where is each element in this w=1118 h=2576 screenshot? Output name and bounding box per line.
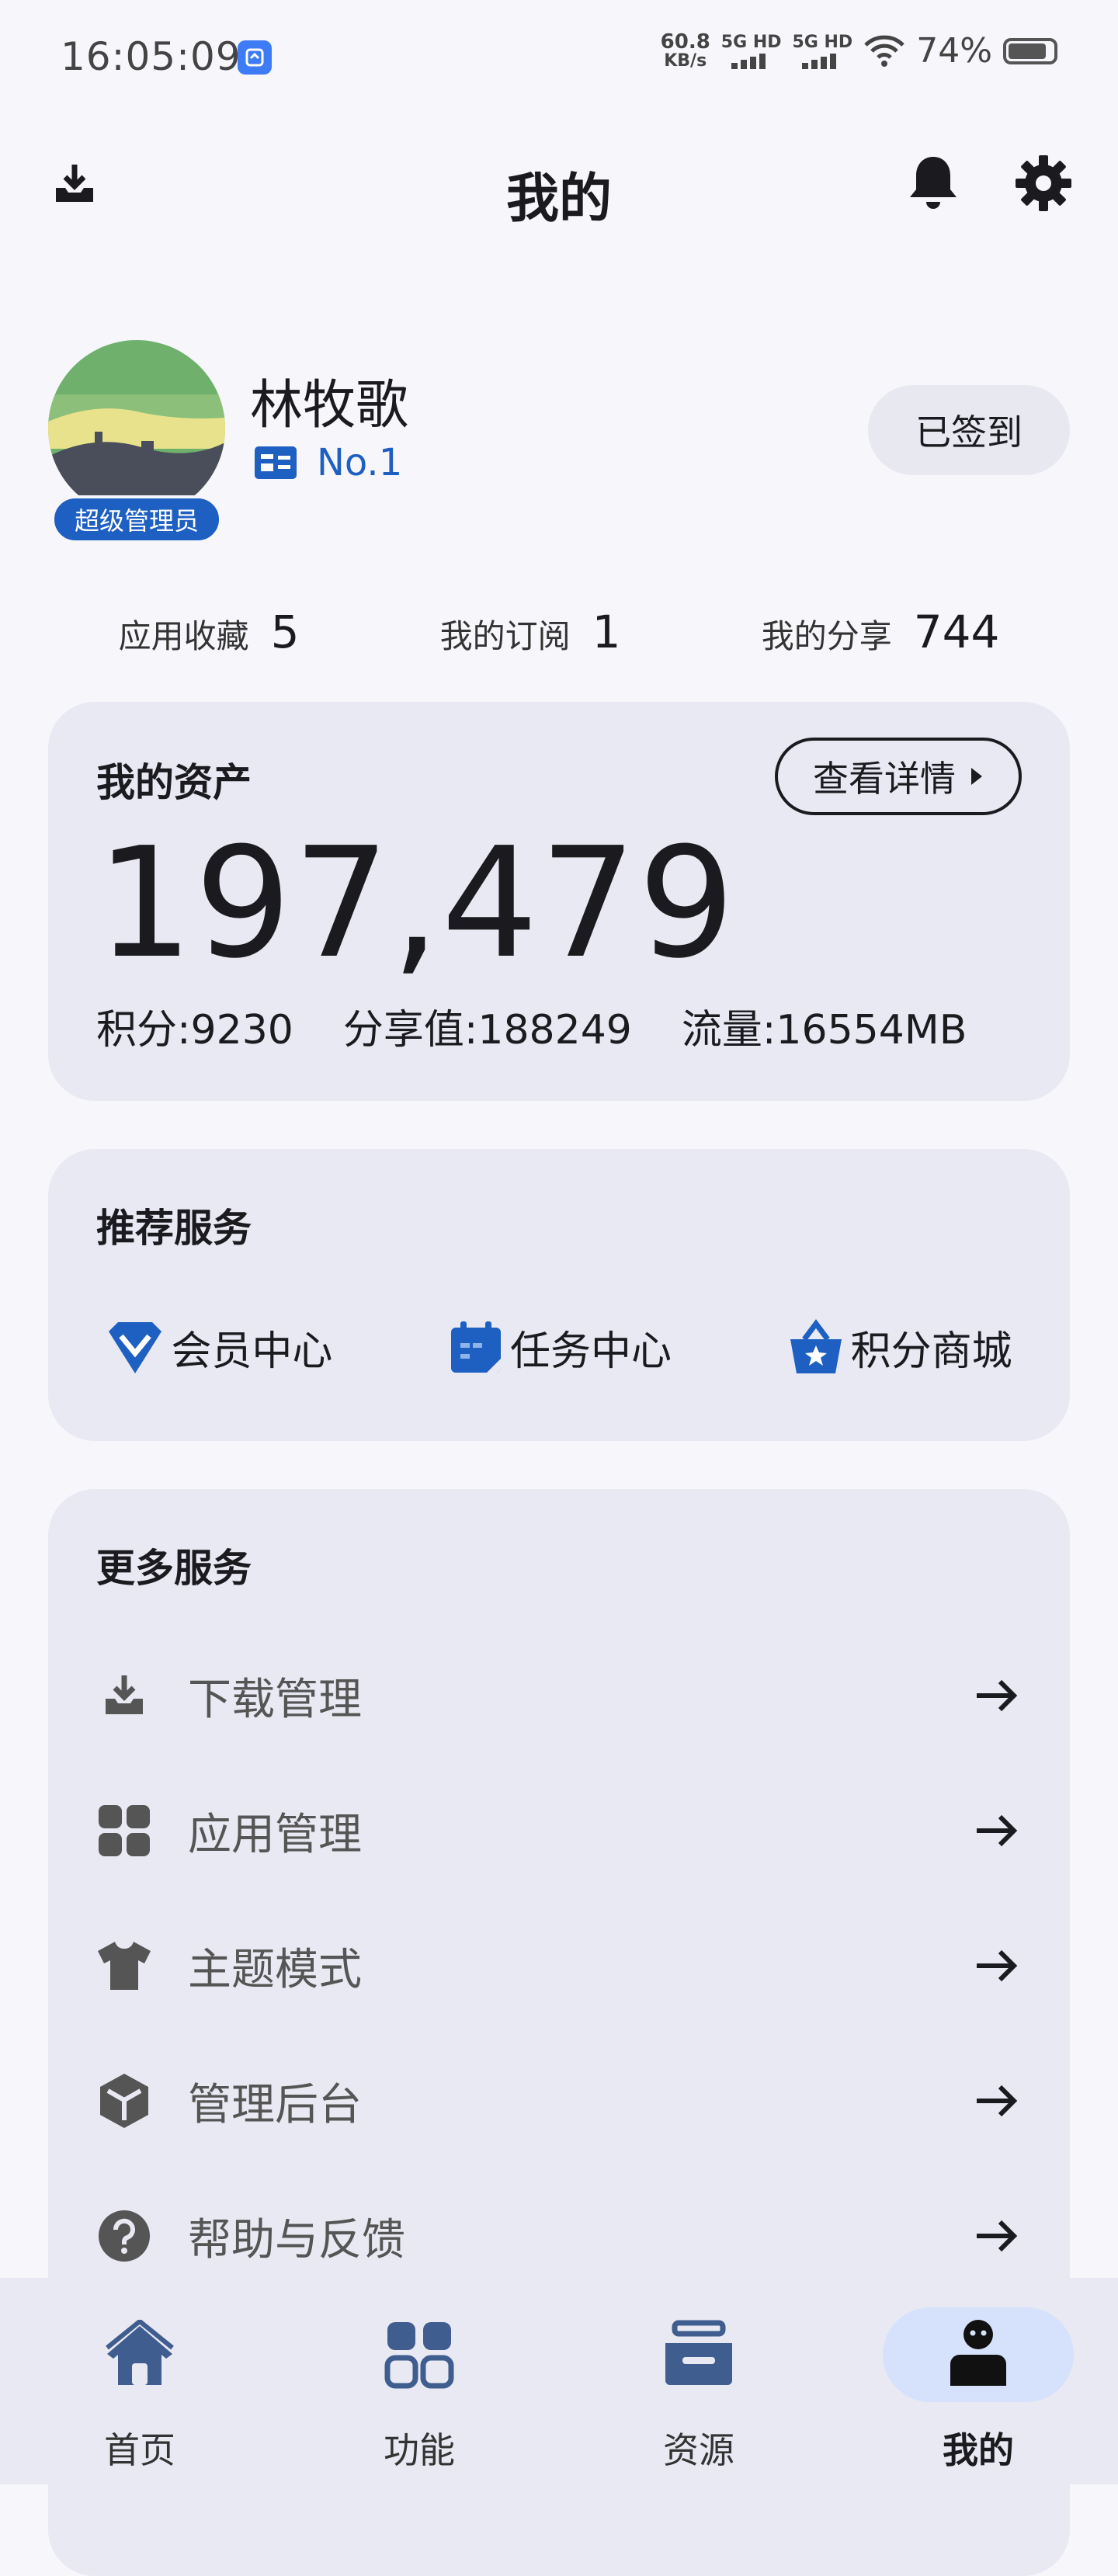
- caret-right-icon: [971, 768, 982, 785]
- person-icon: [939, 2315, 1017, 2393]
- id-card-icon: [255, 446, 297, 479]
- arrow-right-icon: [977, 1949, 1018, 1982]
- stat-label: 我的分享: [761, 617, 892, 655]
- nav-label: 功能: [384, 2429, 455, 2471]
- home-icon: [101, 2315, 179, 2393]
- rank-label: No.1: [253, 441, 402, 484]
- more-item-label: 下载管理: [188, 1674, 362, 1725]
- services-row: 会员中心 任务中心 积分商城: [48, 1318, 1070, 1377]
- more-item-download-management[interactable]: 下载管理: [96, 1649, 1022, 1742]
- stat-label: 应用收藏: [118, 617, 249, 655]
- traffic-value: 流量:16554MB: [681, 1007, 967, 1054]
- help-circle-icon: [96, 2208, 152, 2264]
- bottom-navigation: 首页 功能 资源 我的: [0, 2278, 1118, 2484]
- apps-grid-icon: [380, 2315, 458, 2393]
- avatar[interactable]: [48, 340, 225, 517]
- diamond-icon: [109, 1321, 162, 1373]
- assets-total: 197,479: [96, 815, 737, 992]
- stat-favorites[interactable]: 应用收藏 5: [119, 606, 300, 658]
- signal-sim1: 5G HD: [721, 33, 782, 69]
- status-indicators: 60.8 KB/s 5G HD 5G HD 74%: [661, 31, 1057, 71]
- service-label: 会员中心: [171, 1328, 333, 1375]
- more-item-app-management[interactable]: 应用管理: [96, 1784, 1022, 1877]
- signin-button[interactable]: 已签到: [868, 385, 1070, 475]
- stat-label: 我的订阅: [439, 617, 571, 655]
- more-item-label: 管理后台: [188, 2079, 362, 2130]
- nav-tab-resources[interactable]: 资源: [559, 2278, 838, 2484]
- view-details-label: 查看详情: [813, 758, 956, 800]
- rank-value: No.1: [317, 441, 403, 484]
- stat-value: 5: [270, 606, 300, 658]
- assets-title: 我的资产: [96, 760, 252, 805]
- tshirt-icon: [96, 1938, 152, 1994]
- battery-icon: [1003, 37, 1057, 64]
- assets-card: 我的资产 查看详情 197,479 积分:9230 分享值:188249 流量:…: [48, 702, 1070, 1101]
- bell-icon[interactable]: [902, 152, 964, 214]
- signal-sim2: 5G HD: [793, 33, 852, 69]
- assets-breakdown: 积分:9230 分享值:188249 流量:16554MB: [96, 997, 967, 1055]
- points-value: 积分:9230: [96, 1007, 293, 1054]
- notification-app-icon: [238, 40, 272, 75]
- signal-bars-icon: [802, 53, 837, 69]
- more-item-label: 帮助与反馈: [188, 2214, 405, 2265]
- more-item-help-feedback[interactable]: 帮助与反馈: [96, 2189, 1022, 2283]
- stats-row: 应用收藏 5 我的订阅 1 我的分享 744: [48, 606, 1070, 658]
- more-item-label: 主题模式: [188, 1944, 362, 1995]
- arrow-right-icon: [977, 2220, 1018, 2252]
- shopping-basket-icon: [790, 1318, 842, 1373]
- apps-grid-icon: [96, 1803, 152, 1859]
- view-details-button[interactable]: 查看详情: [775, 738, 1022, 815]
- stat-subscriptions[interactable]: 我的订阅 1: [440, 606, 621, 658]
- username: 林牧歌: [250, 375, 409, 436]
- inbox-icon: [660, 2315, 738, 2393]
- nav-label: 我的: [943, 2429, 1014, 2471]
- net-speed: 60.8 KB/s: [660, 30, 710, 71]
- nav-tab-home[interactable]: 首页: [0, 2278, 280, 2484]
- more-item-theme-mode[interactable]: 主题模式: [96, 1919, 1022, 2012]
- service-task-center[interactable]: 任务中心: [448, 1318, 672, 1377]
- more-item-label: 应用管理: [188, 1809, 362, 1860]
- nav-tab-functions[interactable]: 功能: [280, 2278, 559, 2484]
- download-tray-icon: [96, 1668, 152, 1724]
- arrow-right-icon: [977, 1679, 1018, 1712]
- service-label: 积分商城: [850, 1328, 1012, 1375]
- role-badge: 超级管理员: [51, 495, 222, 543]
- arrow-right-icon: [977, 2085, 1018, 2117]
- more-services-title: 更多服务: [96, 1546, 252, 1591]
- recommended-services-card: 推荐服务 会员中心 任务中心 积分商城: [48, 1149, 1070, 1441]
- service-label: 任务中心: [509, 1328, 672, 1375]
- wifi-icon: [864, 35, 904, 67]
- service-points-mall[interactable]: 积分商城: [787, 1318, 1012, 1377]
- more-item-admin-backend[interactable]: 管理后台: [96, 2054, 1022, 2147]
- stat-value: 744: [913, 606, 1000, 658]
- service-member-center[interactable]: 会员中心: [106, 1318, 332, 1377]
- services-title: 推荐服务: [96, 1206, 252, 1251]
- stat-shares[interactable]: 我的分享 744: [762, 606, 1000, 658]
- share-value: 分享值:188249: [342, 1007, 632, 1054]
- arrow-right-icon: [977, 1814, 1018, 1847]
- cube-icon: [96, 2073, 152, 2129]
- nav-tab-mine[interactable]: 我的: [838, 2278, 1118, 2484]
- nav-label: 资源: [663, 2429, 734, 2471]
- gear-icon[interactable]: [1012, 152, 1075, 214]
- status-time: 16:05:09: [61, 34, 241, 79]
- stat-value: 1: [592, 606, 621, 658]
- nav-label: 首页: [104, 2429, 175, 2471]
- calendar-icon: [450, 1321, 501, 1373]
- signal-bars-icon: [731, 53, 766, 69]
- battery-percent: 74%: [916, 31, 992, 71]
